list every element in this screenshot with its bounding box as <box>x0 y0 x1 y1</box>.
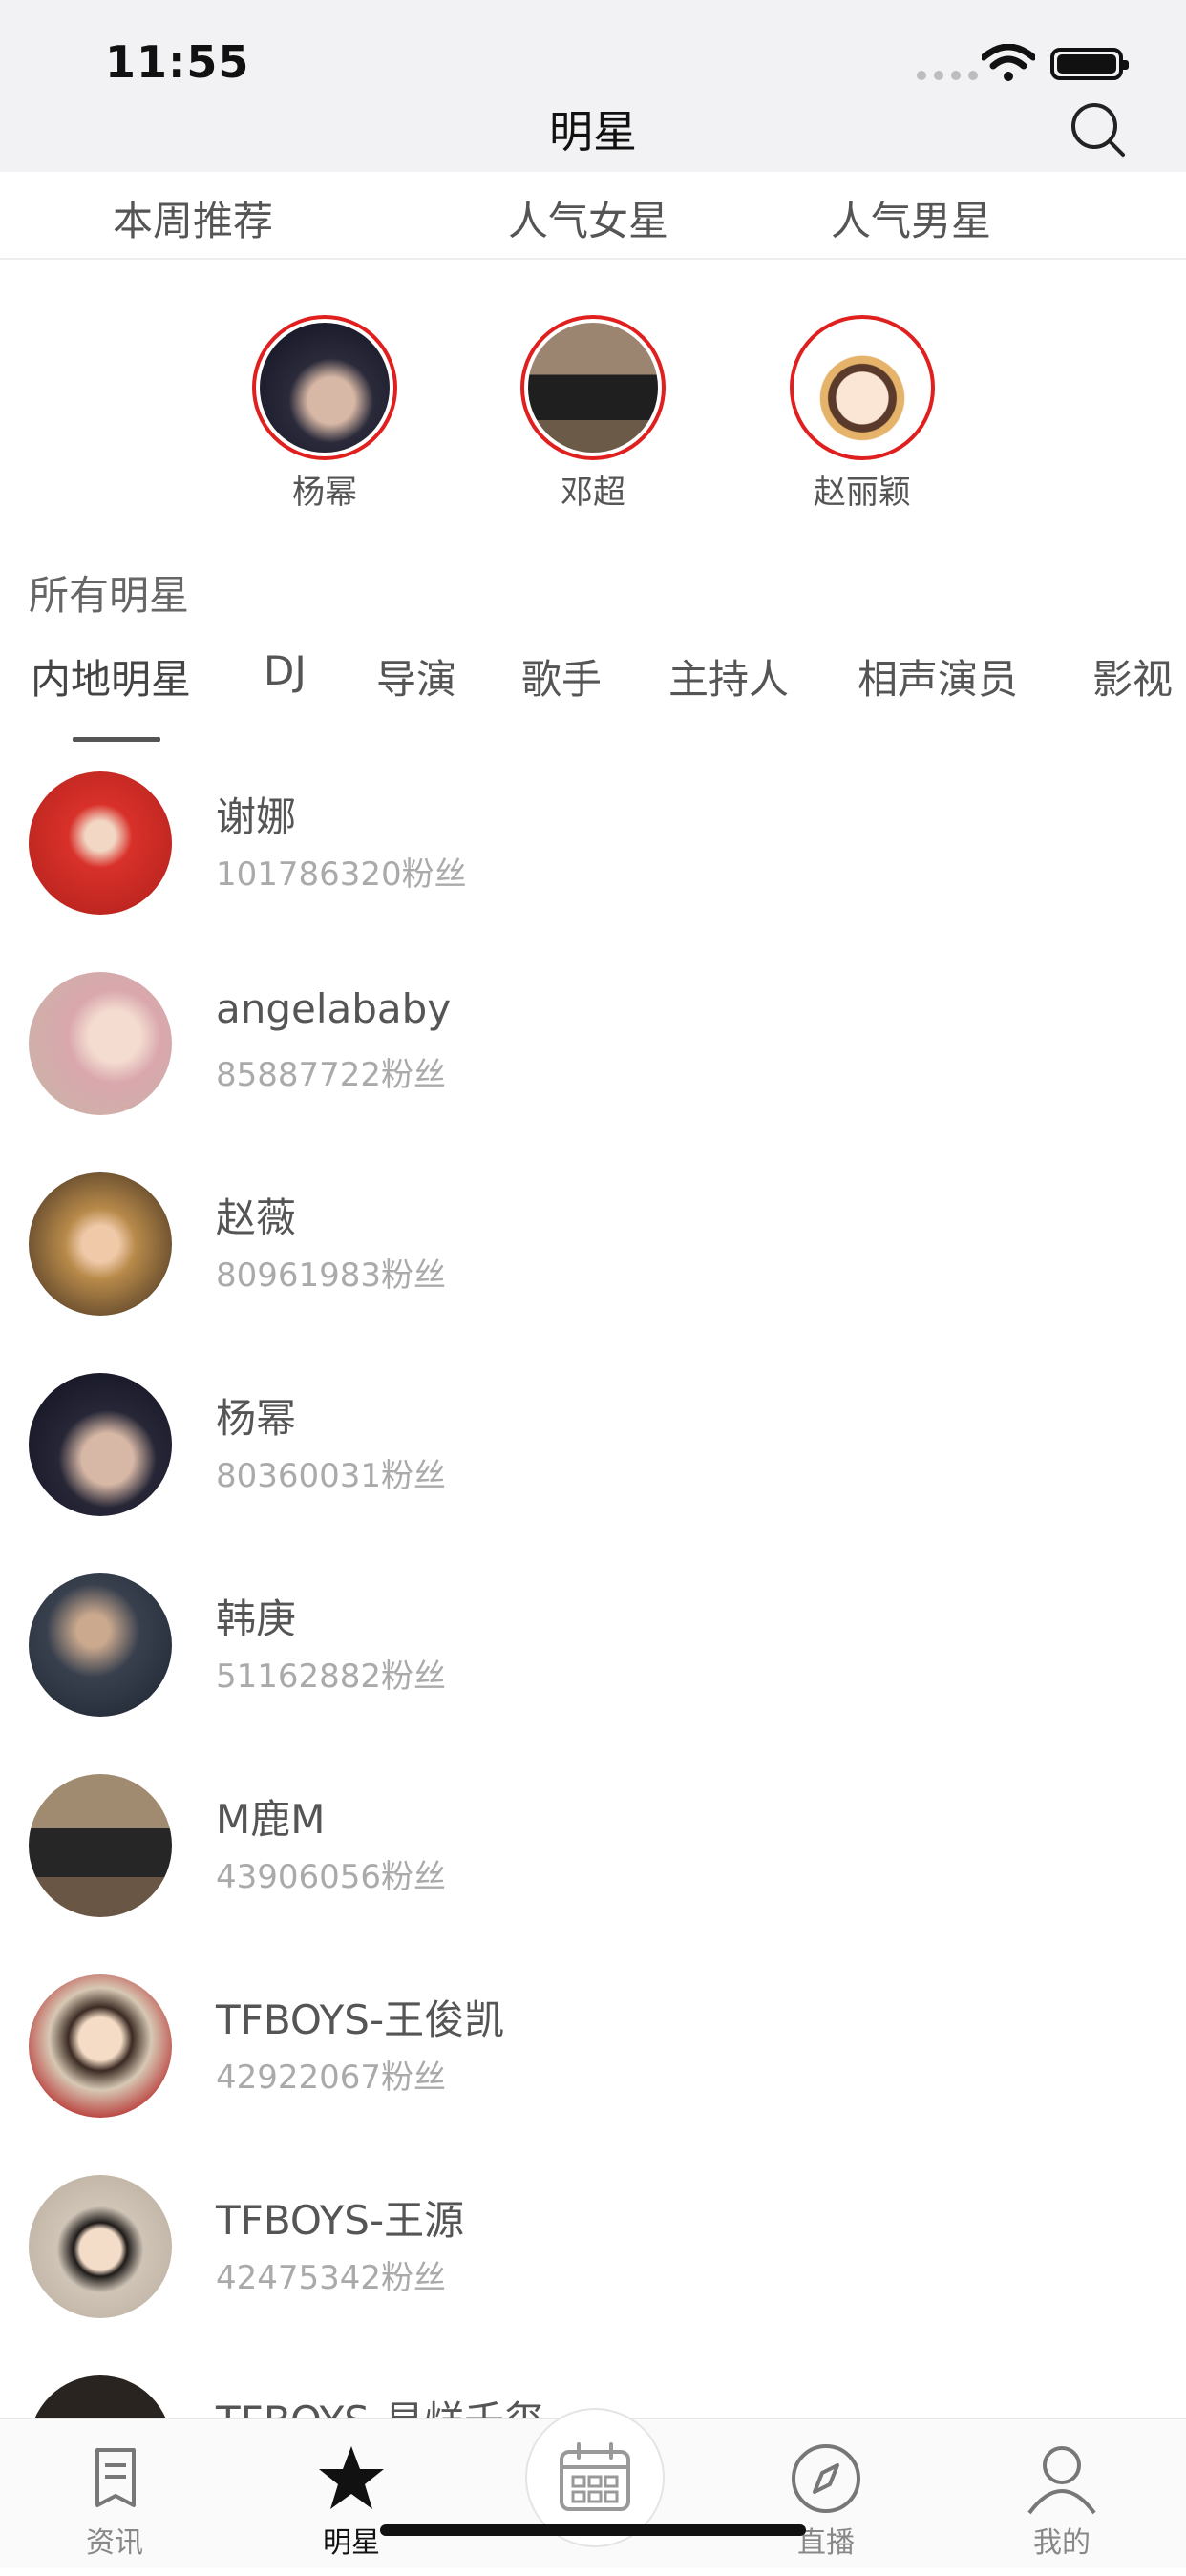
avatar <box>252 315 397 460</box>
category-tab[interactable]: 主持人 <box>668 647 789 705</box>
list-item[interactable]: 谢娜 101786320粉丝 <box>0 771 1186 972</box>
avatar <box>29 1573 172 1717</box>
featured-star[interactable]: 邓超 <box>520 315 666 513</box>
star-name: 谢娜 <box>216 793 297 840</box>
list-item[interactable]: M鹿M 43906056粉丝 <box>0 1774 1186 1974</box>
tab-profile[interactable]: 我的 <box>966 2419 1157 2568</box>
avatar <box>29 1774 172 1917</box>
avatar <box>29 1172 172 1316</box>
category-tab[interactable]: 导演 <box>376 647 456 705</box>
category-tab[interactable]: 内地明星 <box>31 647 191 705</box>
featured-star-name: 邓超 <box>561 474 625 512</box>
search-icon[interactable] <box>1070 101 1127 158</box>
category-tabs: 内地明星 DJ 导演 歌手 主持人 相声演员 影视 <box>0 647 1186 705</box>
tab-news[interactable]: 资讯 <box>19 2419 210 2568</box>
battery-icon <box>1050 48 1129 80</box>
fans-count: 80360031粉丝 <box>216 1457 447 1495</box>
list-item[interactable]: TFBOYS-王俊凯 42922067粉丝 <box>0 1974 1186 2175</box>
fans-count: 101786320粉丝 <box>216 855 467 894</box>
fans-count: 51162882粉丝 <box>216 1658 447 1696</box>
compass-icon <box>792 2444 860 2513</box>
section-title: 所有明星 <box>29 572 190 619</box>
list-item[interactable]: TFBOYS-王源 42475342粉丝 <box>0 2175 1186 2375</box>
tab-live[interactable]: 直播 <box>731 2419 921 2568</box>
featured-star-name: 赵丽颖 <box>814 474 911 512</box>
avatar <box>790 315 935 460</box>
list-item[interactable]: 杨幂 80360031粉丝 <box>0 1373 1186 1573</box>
star-name: TFBOYS-王俊凯 <box>216 1996 505 2043</box>
star-name: angelababy <box>216 985 452 1032</box>
avatar <box>29 972 172 1115</box>
list-item[interactable]: 韩庚 51162882粉丝 <box>0 1573 1186 1774</box>
active-category-indicator <box>73 737 160 742</box>
featured-star-name: 杨幂 <box>292 474 357 512</box>
list-item[interactable]: 赵薇 80961983粉丝 <box>0 1172 1186 1373</box>
avatar <box>29 771 172 915</box>
category-tab[interactable]: 影视 <box>1092 647 1173 705</box>
avatar <box>29 2175 172 2318</box>
tab-weekly-recommend[interactable]: 本周推荐 <box>113 189 273 247</box>
star-icon <box>319 2446 384 2509</box>
featured-star[interactable]: 赵丽颖 <box>790 315 935 513</box>
tab-label: 我的 <box>1033 2526 1091 2560</box>
home-indicator <box>380 2524 806 2536</box>
category-tab[interactable]: DJ <box>264 647 307 694</box>
star-name: 韩庚 <box>216 1595 297 1642</box>
avatar <box>520 315 666 460</box>
star-name: TFBOYS-王源 <box>216 2197 465 2244</box>
profile-icon <box>1027 2446 1096 2515</box>
fans-count: 43906056粉丝 <box>216 1858 447 1896</box>
tab-stars[interactable]: 明星 <box>256 2419 447 2568</box>
avatar <box>29 1373 172 1516</box>
tab-popular-actors[interactable]: 人气男星 <box>831 189 991 247</box>
category-tab[interactable]: 歌手 <box>521 647 602 705</box>
status-bar: 11:55 明星 <box>0 0 1186 172</box>
news-icon <box>95 2448 136 2507</box>
cellular-signal-icon <box>917 71 978 80</box>
tab-label: 资讯 <box>86 2526 143 2560</box>
list-item[interactable]: angelababy 85887722粉丝 <box>0 972 1186 1172</box>
fans-count: 85887722粉丝 <box>216 1056 447 1094</box>
star-name: 杨幂 <box>216 1395 297 1442</box>
wifi-icon <box>982 44 1035 81</box>
fans-count: 42922067粉丝 <box>216 2059 447 2097</box>
fans-count: 42475342粉丝 <box>216 2259 447 2297</box>
avatar <box>29 1974 172 2118</box>
featured-star[interactable]: 杨幂 <box>252 315 397 513</box>
ranking-tabs: 本周推荐 人气女星 人气男星 <box>0 172 1186 260</box>
page-title: 明星 <box>549 106 637 158</box>
calendar-icon <box>560 2442 630 2511</box>
tab-popular-actresses[interactable]: 人气女星 <box>508 189 668 247</box>
status-time: 11:55 <box>105 36 250 88</box>
star-name: 赵薇 <box>216 1194 297 1241</box>
category-tab[interactable]: 相声演员 <box>858 647 1018 705</box>
fans-count: 80961983粉丝 <box>216 1256 447 1295</box>
star-name: M鹿M <box>216 1796 326 1843</box>
